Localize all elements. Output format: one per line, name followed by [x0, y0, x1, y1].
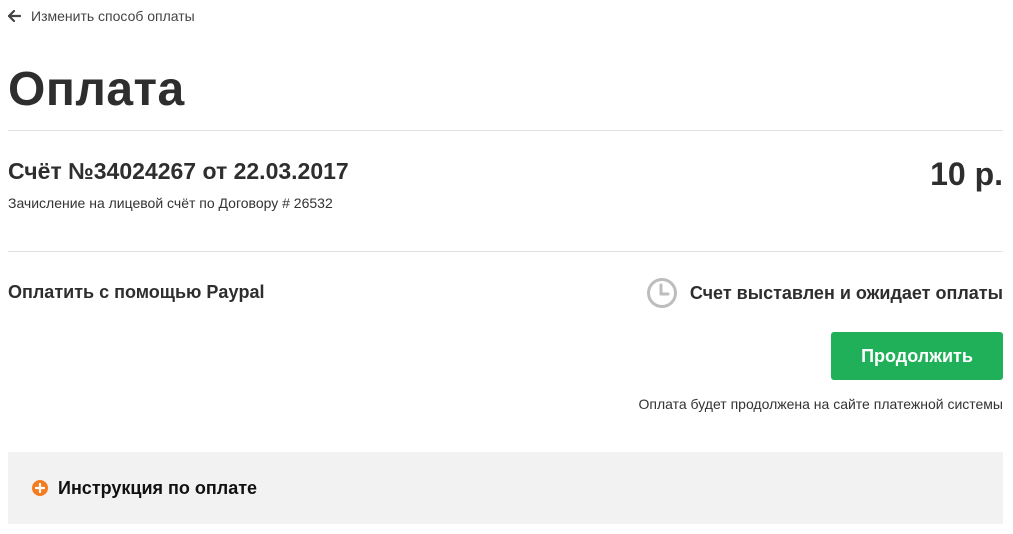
clock-icon: [646, 278, 677, 308]
arrow-left-icon: [8, 10, 21, 22]
payment-status: Счет выставлен и ожидает оплаты: [646, 277, 1003, 309]
divider: [8, 251, 1003, 252]
back-link-label: Изменить способ оплаты: [31, 8, 195, 24]
invoice-amount: 10 р.: [930, 156, 1003, 192]
continue-button[interactable]: Продолжить: [831, 332, 1003, 380]
page-title: Оплата: [8, 63, 185, 116]
invoice-title: Счёт №34024267 от 22.03.2017: [8, 158, 349, 184]
continue-note: Оплата будет продолжена на сайте платежн…: [638, 396, 1003, 412]
instructions-toggle[interactable]: Инструкция по оплате: [8, 452, 1003, 524]
status-text: Счет выставлен и ожидает оплаты: [689, 282, 1003, 303]
plus-circle-icon: [32, 480, 48, 496]
back-link[interactable]: Изменить способ оплаты: [8, 8, 195, 24]
divider: [8, 130, 1003, 131]
invoice-description: Зачисление на лицевой счёт по Договору #…: [8, 195, 333, 211]
payment-page: Изменить способ оплаты Оплата Счёт №3402…: [0, 0, 1013, 534]
instructions-label: Инструкция по оплате: [58, 477, 258, 498]
payment-method-label: Оплатить с помощью Paypal: [8, 282, 265, 302]
